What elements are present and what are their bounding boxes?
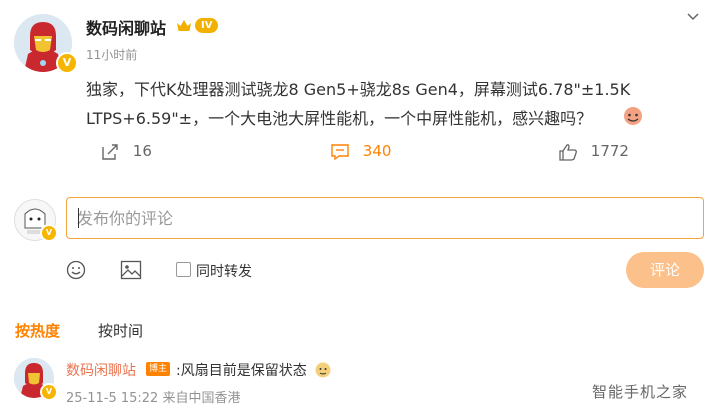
image-icon bbox=[120, 260, 142, 280]
also-repost-label[interactable]: 同时转发 bbox=[196, 261, 252, 281]
doge-emoji-icon bbox=[622, 104, 644, 126]
comment-button[interactable]: 340 bbox=[330, 142, 391, 161]
doge-emoji-icon bbox=[314, 360, 332, 378]
verified-badge: V bbox=[40, 383, 58, 401]
like-count: 1772 bbox=[590, 142, 629, 160]
like-button[interactable]: 1772 bbox=[558, 142, 629, 161]
author-name[interactable]: 数码闲聊站 bbox=[86, 15, 166, 39]
tab-sort-time[interactable]: 按时间 bbox=[98, 320, 143, 341]
comment-author[interactable]: 数码闲聊站 bbox=[66, 360, 136, 380]
watermark: 智能手机之家 bbox=[592, 383, 689, 401]
author-tag: 博主 bbox=[146, 362, 171, 376]
comment-count: 340 bbox=[362, 142, 392, 160]
comment-text: :风扇目前是保留状态 bbox=[176, 363, 307, 379]
also-repost-checkbox[interactable] bbox=[176, 262, 191, 277]
repost-button[interactable]: 16 bbox=[100, 142, 152, 161]
post-content: 独家，下代K处理器测试骁龙8 Gen5+骁龙8s Gen4，屏幕测试6.78"±… bbox=[86, 80, 631, 128]
emoji-button[interactable] bbox=[66, 260, 86, 284]
post-time[interactable]: 11小时前 bbox=[86, 46, 137, 63]
text-caret bbox=[78, 208, 79, 228]
tab-sort-hot[interactable]: 按热度 bbox=[15, 320, 60, 341]
thumbs-up-icon bbox=[559, 143, 577, 161]
repost-count: 16 bbox=[132, 142, 152, 160]
smiley-icon bbox=[66, 260, 86, 280]
verified-badge: V bbox=[40, 224, 58, 242]
comment-input[interactable] bbox=[66, 197, 704, 239]
chevron-down-icon[interactable] bbox=[686, 8, 700, 22]
submit-comment-button[interactable]: 评论 bbox=[626, 252, 704, 288]
level-badge: IV bbox=[195, 18, 219, 33]
image-button[interactable] bbox=[120, 260, 142, 284]
comment-icon bbox=[331, 143, 349, 160]
comment-meta: 25-11-5 15:22 来自中国香港 bbox=[66, 391, 241, 406]
crown-icon bbox=[176, 18, 192, 32]
repost-icon bbox=[102, 143, 118, 160]
verified-badge: V bbox=[56, 52, 78, 74]
